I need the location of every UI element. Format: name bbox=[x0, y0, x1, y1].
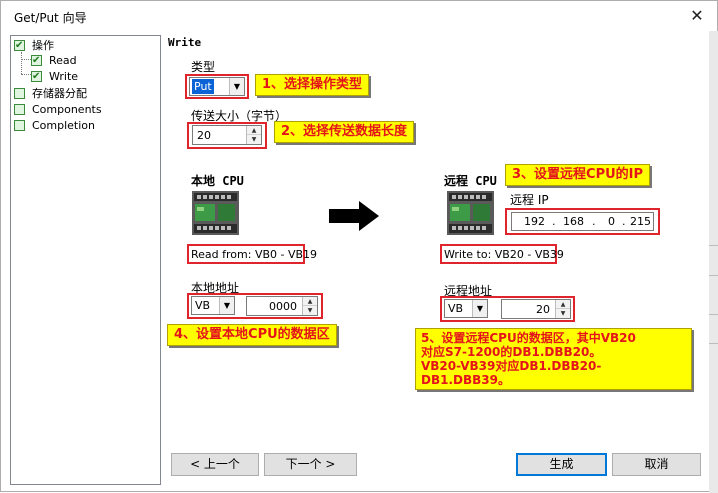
local-offset-value: 0000 bbox=[269, 300, 297, 313]
tree-item-read[interactable]: Read bbox=[31, 53, 151, 68]
spin-down-icon[interactable]: ▼ bbox=[303, 306, 317, 315]
checkbox-icon bbox=[14, 120, 25, 131]
ip-octet-4: 215 bbox=[630, 215, 651, 228]
remote-offset-value: 20 bbox=[536, 303, 550, 316]
wizard-step-tree: 操作 Read Write 存储器分配 Components Completio… bbox=[10, 35, 161, 485]
tree-item-label: 操作 bbox=[32, 39, 54, 52]
tree-item-completion[interactable]: Completion bbox=[14, 118, 154, 133]
callout-4: 4、设置本地CPU的数据区 bbox=[167, 324, 337, 346]
chevron-down-icon[interactable]: ▼ bbox=[219, 297, 234, 314]
type-select[interactable]: Put ▼ bbox=[189, 77, 245, 96]
type-select-value: Put bbox=[192, 79, 214, 94]
ip-octet-2: 168 bbox=[563, 215, 584, 228]
remote-cpu-title: 远程 CPU bbox=[444, 174, 497, 188]
chevron-down-icon[interactable]: ▼ bbox=[229, 78, 244, 95]
tree-item-label: Read bbox=[49, 54, 77, 67]
tree-item-label: Completion bbox=[32, 119, 96, 132]
checkbox-icon bbox=[14, 88, 25, 99]
callout-5: 5、设置远程CPU的数据区，其中VB20 对应S7-1200的DB1.DBB20… bbox=[415, 328, 692, 390]
close-icon: ✕ bbox=[690, 6, 704, 25]
tree-item-memory-allocation[interactable]: 存储器分配 bbox=[14, 86, 154, 101]
spin-down-icon[interactable]: ▼ bbox=[247, 135, 261, 144]
main-panel: Write 类型 Put ▼ 1、选择操作类型 传送大小（字节） 20 ▲ ▼ … bbox=[163, 31, 709, 493]
type-label: 类型 bbox=[191, 60, 216, 74]
right-edge-strip bbox=[709, 31, 718, 493]
callout-5-line-3: VB20-VB39对应DB1.DBB20-DB1.DBB39。 bbox=[421, 359, 602, 387]
check-icon bbox=[14, 38, 25, 53]
window-title: Get/Put 向导 bbox=[14, 11, 87, 25]
spin-down-icon[interactable]: ▼ bbox=[556, 309, 570, 318]
remote-area-value: VB bbox=[448, 302, 464, 315]
tree-item-operation[interactable]: 操作 bbox=[14, 38, 154, 53]
chevron-down-icon[interactable]: ▼ bbox=[472, 300, 487, 317]
tree-item-write[interactable]: Write bbox=[31, 69, 151, 84]
spin-up-icon[interactable]: ▲ bbox=[247, 126, 261, 135]
ip-octet-3: 0 bbox=[608, 215, 615, 228]
check-icon bbox=[31, 69, 42, 84]
ip-octet-1: 192 bbox=[524, 215, 545, 228]
tree-item-label: Write bbox=[49, 70, 79, 83]
title-bar: Get/Put 向导 ✕ bbox=[1, 1, 717, 31]
local-range-text: Read from: VB0 - VB19 bbox=[191, 248, 318, 261]
plc-cpu-icon bbox=[447, 191, 494, 235]
local-cpu-title: 本地 CPU bbox=[191, 174, 244, 188]
transfer-size-value: 20 bbox=[197, 129, 211, 142]
next-button[interactable]: 下一个 > bbox=[264, 453, 357, 476]
spin-up-icon[interactable]: ▲ bbox=[556, 300, 570, 309]
section-title: Write bbox=[168, 36, 202, 49]
close-button[interactable]: ✕ bbox=[681, 3, 713, 29]
tree-item-label: Components bbox=[32, 103, 102, 116]
plc-cpu-icon bbox=[192, 191, 239, 235]
remote-ip-label: 远程 IP bbox=[510, 193, 549, 207]
local-offset-stepper[interactable]: 0000 ▲ ▼ bbox=[246, 296, 318, 316]
remote-offset-stepper[interactable]: 20 ▲ ▼ bbox=[501, 299, 571, 319]
remote-range-text: Write to: VB20 - VB39 bbox=[444, 248, 564, 261]
tree-item-label: 存储器分配 bbox=[32, 87, 87, 100]
tree-item-components[interactable]: Components bbox=[14, 102, 154, 117]
remote-ip-input[interactable]: 192 . 168 . 0 . 215 bbox=[511, 212, 654, 231]
cancel-button[interactable]: 取消 bbox=[612, 453, 701, 476]
remote-area-select[interactable]: VB ▼ bbox=[444, 299, 488, 318]
check-icon bbox=[31, 53, 42, 68]
checkbox-icon bbox=[14, 104, 25, 115]
callout-1: 1、选择操作类型 bbox=[255, 74, 370, 96]
right-arrow-icon bbox=[329, 201, 379, 231]
local-area-value: VB bbox=[195, 299, 211, 312]
getput-wizard-window: Get/Put 向导 ✕ 操作 Read Write 存储器分配 bbox=[0, 0, 718, 493]
spin-up-icon[interactable]: ▲ bbox=[303, 297, 317, 306]
callout-3: 3、设置远程CPU的IP bbox=[505, 164, 651, 186]
transfer-size-stepper[interactable]: 20 ▲ ▼ bbox=[192, 125, 262, 145]
callout-2: 2、选择传送数据长度 bbox=[274, 121, 415, 143]
callout-5-line-1: 5、设置远程CPU的数据区，其中VB20 bbox=[421, 331, 636, 345]
finish-button[interactable]: 生成 bbox=[516, 453, 607, 476]
callout-5-line-2: 对应S7-1200的DB1.DBB20。 bbox=[421, 345, 602, 359]
prev-button[interactable]: < 上一个 bbox=[171, 453, 259, 476]
local-area-select[interactable]: VB ▼ bbox=[191, 296, 235, 315]
